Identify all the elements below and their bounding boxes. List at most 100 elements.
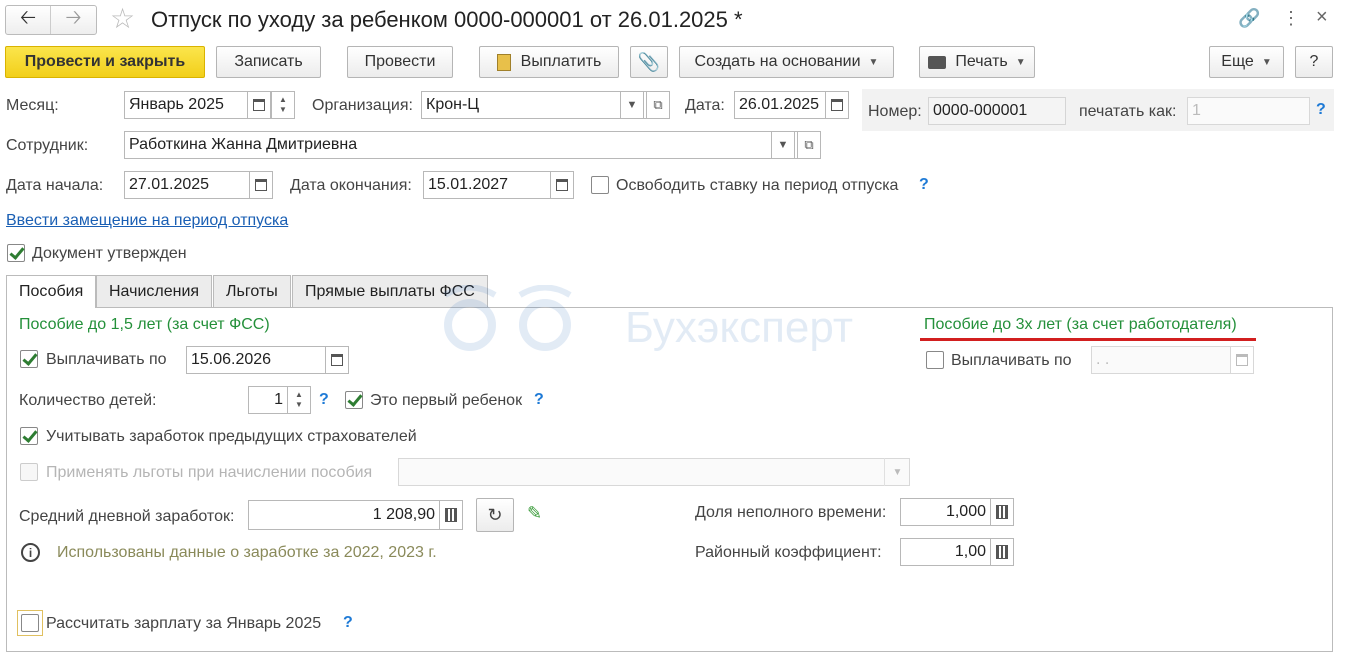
- help-question-icon[interactable]: ?: [534, 391, 544, 409]
- month-field[interactable]: Январь 2025: [124, 91, 248, 119]
- calculator-icon: [445, 508, 457, 522]
- part-time-field[interactable]: 1,000: [900, 498, 991, 526]
- back-arrow-icon[interactable]: 🡠: [6, 6, 52, 34]
- calendar-icon: [831, 99, 843, 111]
- part-time-calc-button[interactable]: [990, 498, 1014, 526]
- chevron-down-icon: ▼: [777, 139, 789, 151]
- watermark-logo-icon: [425, 284, 605, 365]
- tab-privileges[interactable]: Льготы: [213, 275, 291, 307]
- pay-button-label: Выплатить: [520, 53, 602, 70]
- open-form-icon: ⧉: [653, 97, 663, 112]
- pay-until-label: Выплачивать по: [46, 351, 167, 368]
- month-label: Месяц:: [6, 97, 59, 114]
- district-coef-field[interactable]: 1,00: [900, 538, 991, 566]
- start-date-field[interactable]: 27.01.2025: [124, 171, 250, 199]
- date-calendar-button[interactable]: [825, 91, 849, 119]
- apply-benefits-checkbox[interactable]: [20, 463, 38, 481]
- first-child-label: Это первый ребенок: [370, 392, 523, 409]
- prev-insurers-checkbox[interactable]: [20, 427, 38, 445]
- employer-pay-until-calendar-button[interactable]: [1230, 346, 1254, 374]
- employer-section-title: Пособие до 3х лет (за счет работодателя): [924, 316, 1237, 333]
- start-date-label: Дата начала:: [6, 177, 104, 194]
- more-label: Еще: [1221, 53, 1254, 70]
- close-icon[interactable]: ×: [1316, 6, 1328, 29]
- replacement-link[interactable]: Ввести замещение на период отпуска: [6, 211, 288, 231]
- calculator-icon: [996, 545, 1008, 559]
- print-as-label: печатать как:: [1079, 103, 1177, 120]
- start-date-calendar-button[interactable]: [249, 171, 273, 199]
- help-question-icon[interactable]: ?: [1316, 101, 1326, 119]
- help-button[interactable]: ?: [1295, 46, 1333, 78]
- refresh-button[interactable]: ↻: [476, 498, 514, 532]
- pay-button[interactable]: Выплатить: [479, 46, 619, 78]
- print-button[interactable]: Печать ▼: [919, 46, 1035, 78]
- help-question-icon[interactable]: ?: [319, 391, 329, 409]
- tab-benefits[interactable]: Пособия: [6, 275, 97, 308]
- calendar-icon: [556, 179, 568, 191]
- document-pay-icon: [496, 53, 511, 71]
- forward-arrow-icon[interactable]: 🡢: [51, 6, 96, 34]
- calendar-icon: [1236, 354, 1248, 366]
- info-icon: i: [21, 543, 40, 562]
- number-field[interactable]: 0000-000001: [928, 97, 1066, 125]
- post-and-close-button[interactable]: Провести и закрыть: [5, 46, 205, 78]
- month-calendar-button[interactable]: [247, 91, 271, 119]
- tab-accruals[interactable]: Начисления: [96, 275, 213, 307]
- free-rate-checkbox[interactable]: [591, 176, 609, 194]
- employee-field[interactable]: Работкина Жанна Дмитриевна: [124, 131, 798, 159]
- employee-dropdown-button[interactable]: ▼: [771, 131, 795, 159]
- date-field[interactable]: 26.01.2025: [734, 91, 826, 119]
- chevron-down-icon[interactable]: ▼: [884, 458, 910, 486]
- end-date-calendar-button[interactable]: [550, 171, 574, 199]
- chevron-down-icon: ▼: [626, 99, 638, 111]
- pencil-icon[interactable]: ✎: [527, 503, 542, 524]
- end-date-field[interactable]: 15.01.2027: [423, 171, 551, 199]
- create-based-on-button[interactable]: Создать на основании ▼: [679, 46, 894, 78]
- more-button[interactable]: Еще ▼: [1209, 46, 1284, 78]
- link-icon[interactable]: 🔗: [1238, 8, 1260, 29]
- more-vertical-icon[interactable]: ⋮: [1282, 8, 1300, 29]
- avg-daily-field[interactable]: 1 208,90: [248, 500, 440, 530]
- pay-until-calendar-button[interactable]: [325, 346, 349, 374]
- avg-daily-calc-button[interactable]: [439, 500, 463, 530]
- children-count-spinner[interactable]: ▲ ▼: [287, 386, 311, 414]
- first-child-checkbox[interactable]: [345, 391, 363, 409]
- district-coef-label: Районный коэффициент:: [695, 544, 882, 561]
- employee-open-button[interactable]: ⧉: [797, 131, 821, 159]
- spin-down-icon[interactable]: ▼: [295, 400, 303, 410]
- help-question-icon[interactable]: ?: [343, 614, 353, 632]
- organization-dropdown-button[interactable]: ▼: [620, 91, 644, 119]
- recalc-label: Рассчитать зарплату за Январь 2025: [46, 615, 322, 632]
- employer-pay-until-field[interactable]: . .: [1091, 346, 1231, 374]
- print-as-field[interactable]: 1: [1187, 97, 1310, 125]
- end-date-label: Дата окончания:: [290, 177, 412, 194]
- apply-benefits-label: Применять льготы при начислении пособия: [46, 464, 373, 481]
- fss-section-title: Пособие до 1,5 лет (за счет ФСС): [19, 316, 270, 333]
- organization-field[interactable]: Крон-Ц: [421, 91, 647, 119]
- attach-button[interactable]: 📎: [630, 46, 668, 78]
- favorite-star-icon[interactable]: ☆: [110, 4, 135, 34]
- employer-pay-until-checkbox[interactable]: [926, 351, 944, 369]
- spin-up-icon[interactable]: ▲: [295, 390, 303, 400]
- children-count-field[interactable]: 1: [248, 386, 288, 414]
- earnings-info-text: Использованы данные о заработке за 2022,…: [57, 544, 437, 561]
- apply-benefits-select[interactable]: [398, 458, 910, 486]
- calendar-icon: [255, 179, 267, 191]
- pay-until-field[interactable]: 15.06.2026: [186, 346, 326, 374]
- pay-until-checkbox[interactable]: [20, 350, 38, 368]
- organization-open-button[interactable]: ⧉: [646, 91, 670, 119]
- avg-daily-label: Средний дневной заработок:: [19, 508, 235, 525]
- spin-down-icon[interactable]: ▼: [279, 105, 287, 115]
- save-button[interactable]: Записать: [216, 46, 321, 78]
- children-count-label: Количество детей:: [19, 392, 157, 409]
- help-question-icon[interactable]: ?: [919, 176, 929, 194]
- spin-up-icon[interactable]: ▲: [279, 95, 287, 105]
- post-button[interactable]: Провести: [347, 46, 453, 78]
- printer-icon: [928, 55, 947, 69]
- recalc-checkbox[interactable]: [21, 614, 39, 632]
- district-coef-calc-button[interactable]: [990, 538, 1014, 566]
- calculator-icon: [996, 505, 1008, 519]
- approved-checkbox[interactable]: [7, 244, 25, 262]
- refresh-icon: ↻: [487, 504, 503, 525]
- month-spinner[interactable]: ▲ ▼: [271, 91, 295, 119]
